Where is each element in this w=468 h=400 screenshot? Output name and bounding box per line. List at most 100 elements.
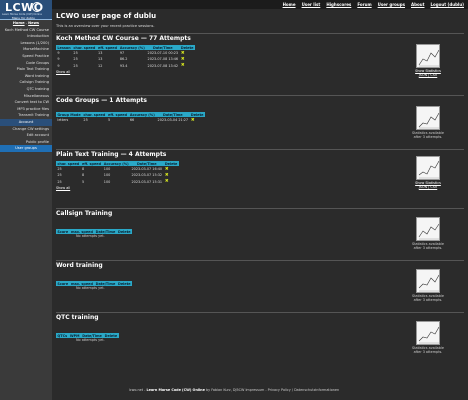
nav-highscores-link[interactable]: Highscores (326, 2, 351, 7)
plaintext-stats-box: Show Statistics JSON | CSV (408, 156, 448, 189)
col-header: Group Mode (56, 112, 83, 118)
stats-thumbnail[interactable] (416, 156, 440, 180)
koch-show-all-link[interactable]: Show all (56, 70, 464, 74)
nav-forum-link[interactable]: Forum (357, 2, 371, 7)
sidebar-item-word-training[interactable]: Word training (0, 73, 52, 80)
stats-chart-icon (418, 274, 439, 292)
top-bar: Home User list Highscores Forum User gro… (0, 0, 468, 9)
sidebar-item-speed-practice[interactable]: Speed Practice (0, 53, 52, 60)
koch-title: Koch Method CW Course — 77 Attempts (56, 35, 191, 42)
delete-icon[interactable]: ✖ (165, 173, 169, 178)
plaintext-title: Plain Text Training — 4 Attempts (56, 151, 167, 158)
page-title: LCWO user page of dublu (56, 12, 157, 20)
col-header: Delete (103, 333, 119, 339)
col-header: Accuracy (%) (128, 112, 157, 118)
stats-chart-icon (418, 160, 439, 179)
koch-formats-link[interactable]: JSON | CSV (408, 73, 448, 77)
cell: 93.4 (119, 63, 128, 68)
cell: 12 (98, 63, 103, 68)
word-title: Word training (56, 262, 103, 269)
sidebar-item-callsign[interactable]: Callsign Training (0, 79, 52, 86)
sidebar-item-koch[interactable]: Koch Method CW Course (0, 27, 52, 34)
cell: 2023-03-07 15:31 (131, 179, 163, 184)
sidebar-item-mp3[interactable]: MP3 practice files (0, 106, 52, 113)
stats-thumbnail[interactable] (416, 44, 440, 68)
footer-author-link[interactable]: by Fabian Kurz, DJ5CW (205, 388, 244, 392)
col-header: Delete (116, 229, 132, 235)
nav-user-list-link[interactable]: User list (302, 2, 321, 7)
col-header: Score (56, 281, 70, 287)
plaintext-formats-link[interactable]: JSON | CSV (408, 185, 448, 189)
cell: 2023-07-08 13:42 (147, 63, 179, 68)
cell: 5 (82, 179, 85, 184)
plaintext-section: Plain Text Training — 4 Attempts char. s… (56, 149, 464, 204)
delete-icon[interactable]: ✖ (181, 63, 185, 68)
footer: lcwo.net - Learn Morse Code (CW) Online … (0, 388, 468, 392)
stats-thumbnail (416, 106, 440, 130)
plaintext-show-all-link[interactable]: Show all (56, 186, 464, 190)
col-header: Delete (116, 281, 132, 287)
cell: 5 (108, 118, 111, 123)
sidebar-item-qtc[interactable]: QTC training (0, 86, 52, 93)
sidebar-item-introduction[interactable]: Introduction (0, 33, 52, 40)
word-stats-note: Statistics available after 3 attempts. (412, 294, 444, 302)
col-header: eff. speed (80, 161, 103, 167)
stats-chart-icon (418, 112, 439, 129)
table-row: 25 5 100 2023-03-07 15:31 ✖ (56, 179, 179, 185)
codegroups-stats-box: Statistics available after 3 attempts. (408, 106, 448, 139)
delete-icon[interactable]: ✖ (181, 57, 185, 62)
sidebar-item-transmit[interactable]: Transmit Training (0, 112, 52, 119)
cell: 2023-03-04 21:27 (157, 118, 189, 123)
stats-thumbnail (416, 269, 440, 293)
delete-icon[interactable]: ✖ (191, 118, 195, 123)
qtc-stats-note: Statistics available after 3 attempts. (412, 346, 444, 354)
stats-thumbnail (416, 217, 440, 241)
footer-links[interactable]: Impressum - Privacy Policy / Datenschutz… (245, 388, 339, 392)
plaintext-table: char. speed eff. speed Accuracy (%) Date… (56, 161, 179, 185)
site-logo[interactable]: LCWO Learn Morse Code (CW) Online Menu f… (0, 0, 52, 20)
codegroups-stats-note: Statistics available after 3 attempts. (412, 131, 444, 139)
cell: 25 (73, 63, 78, 68)
qtc-stats-box: Statistics available after 3 attempts. (408, 321, 448, 354)
sidebar-item-misc[interactable]: Miscellaneous (0, 93, 52, 100)
sidebar-item-morsemachine[interactable]: MorseMachine (0, 46, 52, 53)
col-header: Accuracy (%) (102, 161, 131, 167)
nav-home-link[interactable]: Home (283, 2, 296, 7)
callsign-empty: No attempts yet. (76, 234, 105, 239)
cell: 25 (57, 179, 62, 184)
table-row: letters 25 5 66 2023-03-04 21:27 ✖ (56, 117, 205, 123)
nav-about-link[interactable]: About (411, 2, 424, 7)
sidebar-item-cw-settings[interactable]: Change CW settings (0, 126, 52, 133)
sidebar-item-lessons[interactable]: Lessons (1/200) (0, 40, 52, 47)
logo-circle-icon (32, 2, 42, 12)
codegroups-title: Code Groups — 1 Attempts (56, 97, 147, 104)
nav-logout-link[interactable]: Logout (dublu) (430, 2, 464, 7)
sidebar: Home - News Koch Method CW Course Introd… (0, 20, 52, 400)
delete-icon[interactable]: ✖ (165, 179, 169, 184)
footer-prefix: lcwo.net - (128, 388, 147, 392)
page-intro: This is an overview over your recent pra… (56, 24, 155, 28)
col-header: Accuracy (%) (118, 45, 147, 51)
delete-icon[interactable]: ✖ (165, 167, 169, 172)
sidebar-item-code-groups[interactable]: Code Groups (0, 60, 52, 67)
sidebar-news-link[interactable]: News (28, 21, 39, 25)
cell: 66 (129, 118, 135, 123)
col-header: Delete (189, 112, 205, 118)
delete-icon[interactable]: ✖ (181, 51, 185, 56)
callsign-section: Callsign Training Score max. speed Date/… (56, 208, 464, 256)
sidebar-item-user-groups[interactable]: User groups (0, 145, 52, 152)
sidebar-home-news: Home - News (12, 21, 40, 25)
stats-thumbnail (416, 321, 440, 345)
sidebar-item-plain-text[interactable]: Plain Text Training (0, 66, 52, 73)
sidebar-item-edit-account[interactable]: Edit account (0, 132, 52, 139)
col-header: eff. speed (96, 45, 119, 51)
koch-table: Lesson char. speed eff. speed Accuracy (… (56, 45, 195, 69)
sidebar-item-public-profile[interactable]: Public profile (0, 139, 52, 146)
sidebar-item-convert[interactable]: Convert text to CW (0, 99, 52, 106)
nav-user-groups-link[interactable]: User groups (378, 2, 405, 7)
callsign-stats-note: Statistics available after 3 attempts. (412, 242, 444, 250)
koch-stats-box: Show Statistics JSON | CSV (408, 44, 448, 77)
qtc-section: QTC training QTCs WPM Date/Time Delete N… (56, 312, 464, 360)
sidebar-home-link[interactable]: Home (13, 21, 25, 25)
footer-site-name: Learn Morse Code (CW) Online (146, 388, 205, 392)
